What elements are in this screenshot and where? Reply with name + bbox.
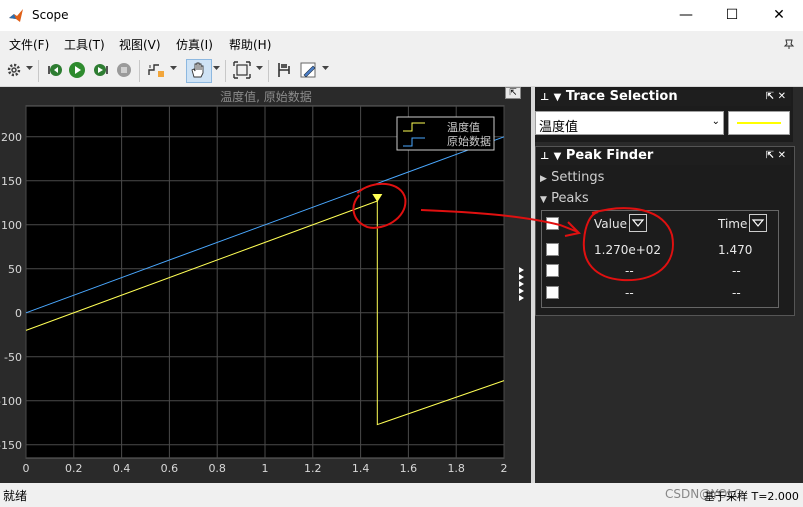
menu-simulation[interactable]: 仿真(I) bbox=[176, 36, 213, 53]
peaks-section-toggle[interactable]: ▼ Peaks bbox=[540, 191, 589, 206]
settings-label: Settings bbox=[551, 170, 605, 185]
minimize-button[interactable]: — bbox=[663, 0, 709, 31]
x-tick-label: 0.4 bbox=[113, 462, 131, 475]
x-tick-label: 0.8 bbox=[208, 462, 226, 475]
style-icon[interactable] bbox=[299, 61, 317, 79]
zoom-dropdown-arrow-icon[interactable] bbox=[256, 66, 263, 71]
gear-icon[interactable] bbox=[5, 61, 23, 79]
y-tick-labels: -150 -100 -50 0 50 100 150 200 bbox=[0, 131, 22, 452]
cursor-measure-icon[interactable] bbox=[275, 61, 293, 79]
legend-label-raw-data: 原始数据 bbox=[447, 134, 491, 148]
undock-plot-icon[interactable]: ⇱ bbox=[505, 87, 521, 99]
y-tick-label: 200 bbox=[1, 131, 22, 144]
peak-row-checkbox[interactable] bbox=[546, 243, 559, 256]
trigger-dropdown-arrow-icon[interactable] bbox=[170, 66, 177, 71]
close-panel-icon[interactable]: ⇱ ✕ bbox=[766, 88, 786, 106]
pan-dropdown-arrow-icon[interactable] bbox=[213, 66, 220, 71]
chevron-down-icon: ▼ bbox=[540, 195, 547, 205]
matlab-logo-icon bbox=[9, 9, 23, 22]
peak-finder-title: Peak Finder bbox=[565, 148, 654, 163]
y-tick-label: 0 bbox=[15, 307, 22, 320]
y-tick-label: 50 bbox=[8, 263, 22, 276]
peak-value: -- bbox=[625, 286, 634, 300]
menu-help[interactable]: 帮助(H) bbox=[229, 36, 271, 53]
close-button[interactable]: ✕ bbox=[756, 0, 802, 31]
chevron-right-icon: ▶ bbox=[540, 174, 547, 184]
status-text: 就绪 bbox=[3, 489, 28, 503]
settings-section-toggle[interactable]: ▶ Settings bbox=[540, 170, 604, 185]
x-tick-label: 1.8 bbox=[447, 462, 465, 475]
menu-view[interactable]: 视图(V) bbox=[119, 36, 161, 53]
x-tick-label: 0.6 bbox=[161, 462, 179, 475]
menu-tools[interactable]: 工具(T) bbox=[64, 36, 105, 53]
select-all-checkbox[interactable] bbox=[546, 217, 559, 230]
time-sort-button[interactable] bbox=[749, 214, 767, 232]
style-dropdown-arrow-icon[interactable] bbox=[322, 66, 329, 71]
x-tick-label: 0 bbox=[23, 462, 30, 475]
toolbar-separator bbox=[225, 60, 226, 82]
trace-selection-header: ⊥ ▼ Trace Selection ⇱ ✕ bbox=[537, 88, 791, 106]
step-back-icon[interactable] bbox=[46, 61, 64, 79]
sort-down-icon bbox=[751, 219, 765, 227]
peak-finder-header: ⊥ ▼ Peak Finder ⇱ ✕ bbox=[537, 147, 791, 165]
toolbar-separator bbox=[268, 60, 269, 82]
sort-down-icon bbox=[631, 219, 645, 227]
peak-value: -- bbox=[625, 264, 634, 278]
x-tick-label: 2 bbox=[501, 462, 508, 475]
maximize-button[interactable]: ☐ bbox=[709, 0, 755, 31]
chevron-down-icon[interactable]: ⌄ bbox=[712, 116, 720, 127]
x-tick-label: 1 bbox=[262, 462, 269, 475]
y-tick-label: 100 bbox=[1, 219, 22, 232]
sample-time-status: 基于采样 T=2.000 bbox=[704, 490, 799, 503]
x-tick-labels: 0 0.2 0.4 0.6 0.8 1 1.2 1.4 1.6 1.8 2 bbox=[23, 462, 508, 475]
pan-icon[interactable] bbox=[189, 61, 207, 79]
toolbar-separator bbox=[38, 60, 39, 82]
step-forward-icon[interactable] bbox=[92, 61, 110, 79]
zoom-fit-icon[interactable] bbox=[233, 61, 251, 79]
pin-icon[interactable] bbox=[783, 38, 795, 50]
pin-icon[interactable]: ⊥ bbox=[540, 92, 549, 103]
collapse-arrows-icon[interactable] bbox=[518, 267, 526, 303]
trace-color-swatch[interactable] bbox=[728, 111, 790, 135]
toolbar-separator bbox=[139, 60, 140, 82]
peak-value: 1.270e+02 bbox=[594, 243, 662, 257]
run-icon[interactable] bbox=[68, 61, 86, 79]
peak-time: -- bbox=[732, 264, 741, 278]
y-tick-label: 150 bbox=[1, 175, 22, 188]
trace-dropdown[interactable]: 温度值 ⌄ bbox=[535, 111, 724, 135]
peak-time: 1.470 bbox=[718, 243, 753, 257]
stop-icon[interactable] bbox=[115, 61, 133, 79]
trace-selection-title: Trace Selection bbox=[565, 89, 678, 104]
chart-title: 温度值, 原始数据 bbox=[220, 89, 312, 104]
peak-row-checkbox[interactable] bbox=[546, 264, 559, 277]
value-sort-button[interactable] bbox=[629, 214, 647, 232]
scope-chart[interactable]: 温度值, 原始数据 0 0.2 0.4 0.6 0.8 1 1.2 1.4 1.6 1.8 2 -1… bbox=[0, 87, 531, 483]
legend-label-temperature: 温度值 bbox=[447, 120, 480, 134]
time-column-header[interactable]: Time bbox=[718, 217, 747, 231]
y-tick-label: -50 bbox=[4, 351, 22, 364]
x-tick-label: 0.2 bbox=[65, 462, 83, 475]
trigger-icon[interactable] bbox=[147, 61, 165, 79]
peaks-label: Peaks bbox=[551, 191, 589, 206]
peak-time: -- bbox=[732, 286, 741, 300]
pin-icon[interactable]: ⊥ bbox=[540, 151, 549, 162]
trace-dropdown-value: 温度值 bbox=[539, 120, 579, 135]
x-tick-label: 1.4 bbox=[352, 462, 370, 475]
collapse-icon[interactable]: ▼ bbox=[554, 151, 562, 162]
x-tick-label: 1.6 bbox=[400, 462, 418, 475]
collapse-icon[interactable]: ▼ bbox=[554, 92, 562, 103]
legend[interactable]: 温度值 原始数据 bbox=[396, 116, 495, 151]
gear-dropdown-arrow-icon[interactable] bbox=[26, 66, 33, 71]
trace-color-line bbox=[737, 122, 781, 124]
window-title: Scope bbox=[32, 8, 69, 22]
menu-file[interactable]: 文件(F) bbox=[9, 36, 49, 53]
y-tick-label: -150 bbox=[0, 439, 22, 452]
value-column-header[interactable]: Value bbox=[594, 217, 627, 231]
peak-row-checkbox[interactable] bbox=[546, 286, 559, 299]
close-panel-icon[interactable]: ⇱ ✕ bbox=[766, 147, 786, 165]
y-tick-label: -100 bbox=[0, 395, 22, 408]
x-tick-label: 1.2 bbox=[304, 462, 322, 475]
